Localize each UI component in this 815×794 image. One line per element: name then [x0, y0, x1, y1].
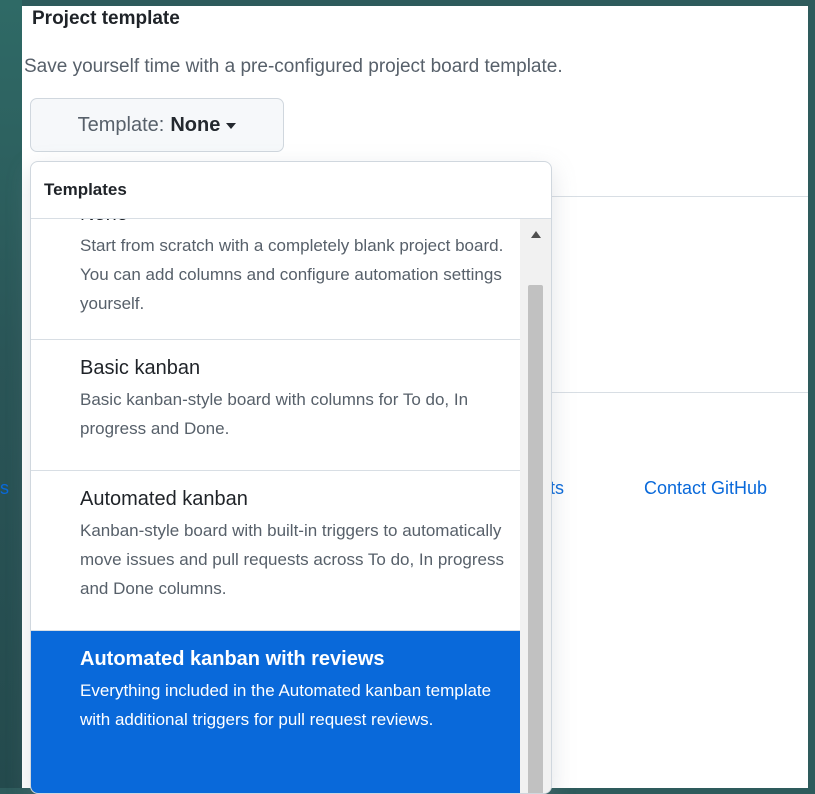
footer-link-partial[interactable]: s: [0, 478, 9, 499]
divider: [552, 392, 808, 393]
template-select-button[interactable]: Template: None: [30, 98, 284, 152]
template-dropdown-menu: Templates None Start from scratch with a…: [30, 161, 552, 794]
dropdown-scrollbar[interactable]: [520, 219, 551, 793]
desktop-background: [0, 0, 22, 788]
template-option-automated-kanban-reviews[interactable]: Automated kanban with reviews Everything…: [31, 631, 522, 793]
template-option-name: Automated kanban with reviews: [80, 648, 385, 670]
scrollbar-thumb[interactable]: [528, 285, 543, 793]
template-option-description: Basic kanban-style board with columns fo…: [80, 390, 469, 438]
template-option-description: Start from scratch with a completely bla…: [80, 236, 504, 313]
footer-link-statistics[interactable]: ts: [550, 478, 564, 499]
section-title: Project template: [32, 8, 180, 29]
template-option-none[interactable]: None Start from scratch with a completel…: [31, 219, 522, 340]
template-option-name: None: [80, 219, 506, 229]
divider: [552, 196, 808, 197]
template-option-basic-kanban[interactable]: Basic kanban Basic kanban-style board wi…: [31, 340, 522, 471]
footer-link-contact[interactable]: Contact GitHub: [644, 478, 767, 499]
template-button-value: None: [170, 113, 221, 136]
template-list[interactable]: None Start from scratch with a completel…: [31, 219, 522, 793]
caret-down-icon: [226, 123, 237, 129]
section-description: Save yourself time with a pre-configured…: [24, 56, 563, 77]
template-option-name: Automated kanban: [80, 488, 248, 510]
template-option-automated-kanban[interactable]: Automated kanban Kanban-style board with…: [31, 471, 522, 631]
settings-page: Project template Save yourself time with…: [0, 6, 808, 794]
template-option-name: Basic kanban: [80, 357, 201, 379]
template-button-prefix: Template:: [77, 113, 165, 136]
template-option-description: Kanban-style board with built-in trigger…: [80, 521, 504, 598]
scroll-up-arrow-icon[interactable]: [520, 219, 551, 249]
template-option-description: Everything included in the Automated kan…: [80, 681, 492, 729]
dropdown-header: Templates: [31, 162, 551, 219]
